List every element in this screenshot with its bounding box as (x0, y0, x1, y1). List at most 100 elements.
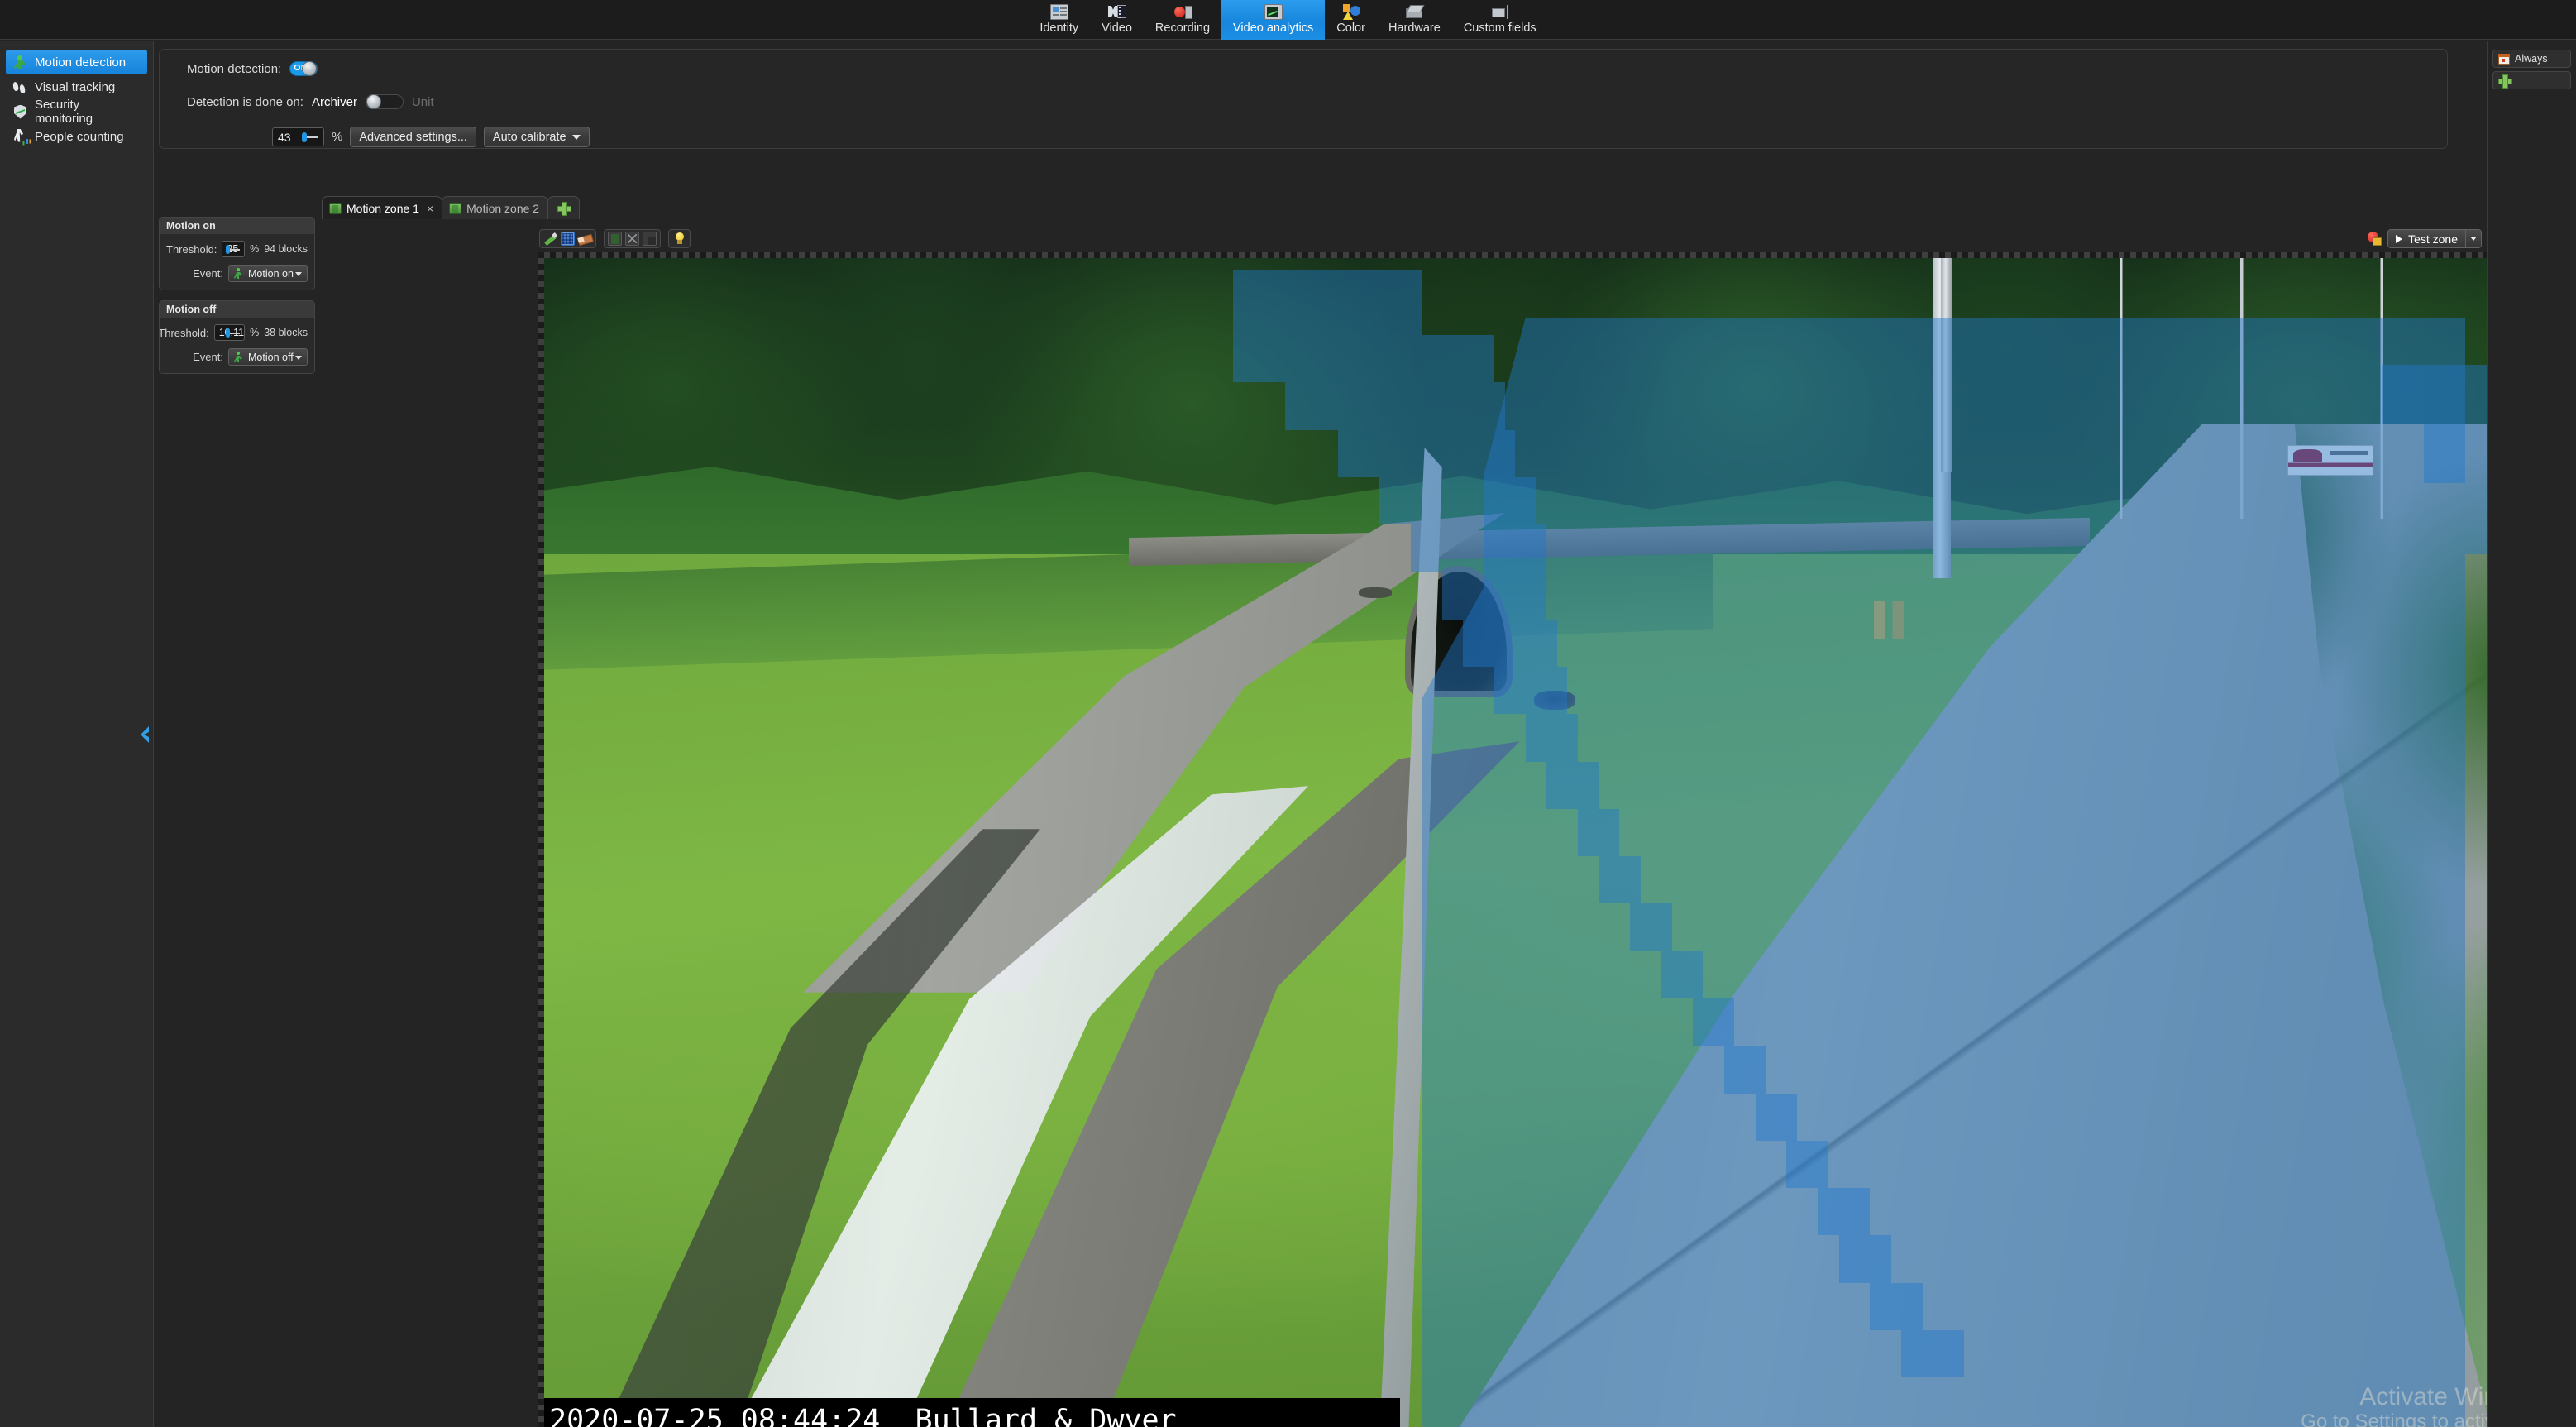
tab-custom-fields-label: Custom fields (1463, 22, 1537, 35)
chevron-left-icon (141, 726, 149, 743)
motion-on-threshold-slider[interactable] (224, 244, 241, 255)
scene-light-pole-2 (1941, 258, 1953, 472)
motion-off-blocks: 38 blocks (264, 327, 308, 338)
fill-zone-icon[interactable] (608, 232, 622, 246)
motion-off-event-select[interactable]: Motion off (228, 348, 308, 366)
motion-zone-tab-1[interactable]: Motion zone 1 × (322, 196, 443, 219)
motion-zone-tab-2[interactable]: Motion zone 2 (442, 196, 549, 219)
tab-color-label: Color (1336, 22, 1365, 35)
hint-group (668, 229, 691, 248)
sensitivity-slider[interactable] (299, 132, 318, 143)
motion-on-event-select[interactable]: Motion on (228, 265, 308, 282)
video-toolbar-left (539, 229, 691, 248)
top-tab-bar: Identity Video Recording Video analytics… (0, 0, 2576, 40)
video-timestamp: 2020-07-25 08:44:24 (549, 1404, 881, 1427)
clear-zone-icon[interactable] (625, 232, 639, 246)
percent-label: % (332, 130, 343, 144)
sidebar-item-security-monitoring[interactable]: Security monitoring (6, 98, 147, 126)
motion-on-title: Motion on (160, 218, 314, 234)
zone-tools-group (604, 229, 661, 248)
tab-video-label: Video (1102, 22, 1132, 35)
tab-identity[interactable]: Identity (1028, 0, 1090, 40)
auto-calibrate-label: Auto calibrate (492, 130, 566, 144)
detection-done-on-label: Detection is done on: (187, 94, 303, 109)
tab-video-analytics[interactable]: Video analytics (1221, 0, 1326, 40)
sidebar-item-people-counting[interactable]: People counting (6, 124, 147, 149)
lightbulb-icon[interactable] (672, 232, 686, 246)
motion-off-threshold-stepper[interactable]: 10.11 (213, 324, 246, 341)
invert-zone-icon[interactable] (643, 232, 657, 246)
video-icon (1107, 4, 1126, 20)
main-content: Motion detection: ON Detection is done o… (155, 41, 2576, 1427)
add-schedule-button[interactable] (2492, 71, 2571, 89)
recording-icon (1173, 4, 1192, 20)
chevron-down-icon (295, 356, 302, 360)
motion-zone-tab-label: Motion zone 1 (346, 201, 419, 215)
sensitivity-row: 43 % Advanced settings... Auto calibrate (272, 127, 590, 147)
tab-color[interactable]: Color (1325, 0, 1377, 40)
identity-icon (1049, 4, 1068, 20)
hardware-icon (1405, 4, 1423, 20)
motion-off-event-value: Motion off (248, 351, 294, 363)
auto-calibrate-button[interactable]: Auto calibrate (483, 127, 590, 147)
sidebar-item-label: Visual tracking (35, 79, 116, 94)
tab-video[interactable]: Video (1090, 0, 1144, 40)
sidebar-collapse-handle[interactable] (139, 725, 152, 745)
tab-custom-fields[interactable]: Custom fields (1452, 0, 1548, 40)
sidebar-item-motion-detection[interactable]: Motion detection (6, 50, 147, 74)
pencil-icon[interactable] (543, 232, 557, 246)
motion-off-threshold-row: Threshold: 10.11 % 38 blocks (160, 324, 308, 341)
video-preview[interactable]: Activate Windows Go to Settings to activ… (544, 258, 2576, 1427)
detection-target-toggle[interactable] (365, 94, 404, 109)
tab-video-analytics-label: Video analytics (1233, 22, 1314, 35)
tab-recording-label: Recording (1154, 22, 1211, 35)
eraser-icon[interactable] (578, 232, 592, 246)
running-person-icon (233, 352, 244, 362)
color-icon (1342, 4, 1360, 20)
sensitivity-stepper[interactable]: 43 (272, 127, 324, 146)
close-icon[interactable]: × (427, 202, 433, 215)
motion-detection-toggle[interactable]: ON (289, 61, 318, 76)
calendar-icon (2498, 53, 2510, 65)
motion-zone-icon (449, 202, 462, 214)
draw-tools-group (539, 229, 596, 248)
motion-off-title: Motion off (160, 301, 314, 318)
tab-hardware[interactable]: Hardware (1377, 0, 1452, 40)
motion-on-threshold-stepper[interactable]: 25 (222, 241, 246, 257)
motion-detection-settings-panel: Motion detection: ON Detection is done o… (159, 49, 2448, 149)
motion-off-body: Threshold: 10.11 % 38 blocks Event: Moti… (160, 318, 314, 373)
advanced-settings-button[interactable]: Advanced settings... (350, 127, 476, 147)
detection-archiver-label: Archiver (311, 94, 357, 109)
schedule-always-item[interactable]: Always (2492, 50, 2571, 68)
test-zone-dropdown[interactable] (2465, 230, 2481, 247)
detection-unit-label: Unit (411, 94, 434, 109)
custom-fields-icon (1491, 4, 1509, 20)
toggle-knob (366, 94, 381, 109)
grid-select-icon[interactable] (561, 232, 575, 246)
top-tabs: Identity Video Recording Video analytics… (1028, 0, 1547, 40)
sidebar-item-visual-tracking[interactable]: Visual tracking (6, 74, 147, 99)
motion-on-body: Threshold: 25 % 94 blocks Event: Motion … (160, 234, 314, 290)
video-camera-name: Bullard & Dwyer (915, 1404, 1177, 1427)
add-motion-zone-tab[interactable] (547, 196, 581, 219)
video-timestamp-overlay: 2020-07-25 08:44:24 Bullard & Dwyer (544, 1398, 1401, 1427)
motion-zone-tab-label: Motion zone 2 (466, 201, 540, 215)
motion-on-event-value: Motion on (248, 267, 294, 280)
test-zone-button[interactable]: Test zone (2388, 230, 2465, 247)
scene-marker-posts (1874, 601, 1904, 640)
running-person-icon (12, 55, 28, 70)
motion-on-group: Motion on Threshold: 25 % 94 blocks Even… (159, 217, 315, 290)
tab-identity-label: Identity (1039, 22, 1079, 35)
motion-on-event-label: Event: (193, 267, 223, 280)
application-window: Identity Video Recording Video analytics… (0, 0, 2576, 1427)
recording-lock-icon (2368, 232, 2382, 246)
motion-off-event-row: Event: Motion off (166, 348, 308, 366)
tab-recording[interactable]: Recording (1144, 0, 1221, 40)
detection-target-row: Detection is done on: Archiver Unit (187, 94, 434, 109)
motion-zone-icon (329, 202, 342, 214)
motion-off-threshold-slider[interactable] (224, 328, 241, 338)
motion-on-threshold-row: Threshold: 25 % 94 blocks (166, 241, 308, 257)
percent-label: % (250, 243, 260, 255)
test-zone-label: Test zone (2408, 232, 2458, 246)
sensitivity-value: 43 (278, 130, 291, 144)
